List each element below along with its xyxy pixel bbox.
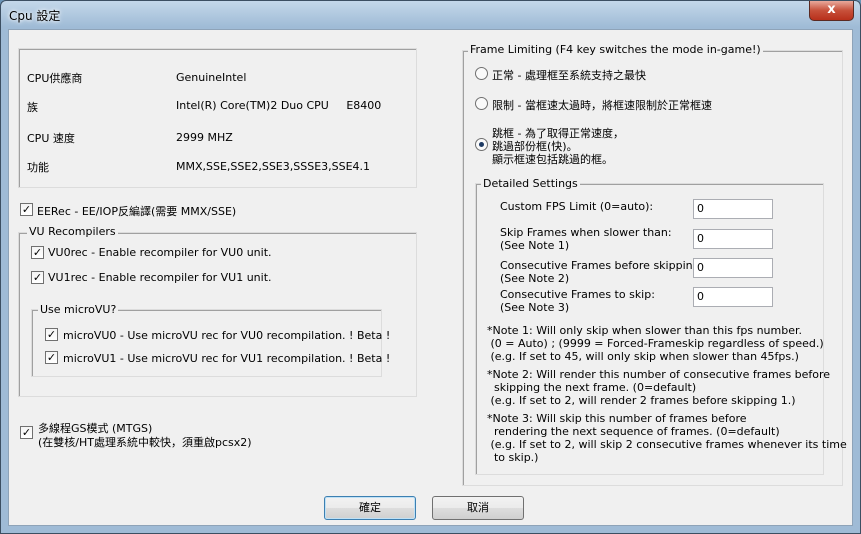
microvu0-checkbox[interactable]: ✓ <box>45 328 58 341</box>
note1-line3: (e.g. If set to 45, will only skip when … <box>487 350 799 363</box>
detailed-settings-title: Detailed Settings <box>481 177 580 190</box>
cpu-vendor-label: CPU供應商 <box>27 72 83 85</box>
microvu1-label[interactable]: microVU1 - Use microVU rec for VU1 recom… <box>63 352 390 365</box>
cpu-speed-label: CPU 速度 <box>27 132 75 145</box>
cancel-button[interactable]: 取消 <box>432 496 524 520</box>
dialog-client-area: CPU供應商 GenuineIntel 族 Intel(R) Core(TM)2… <box>8 29 853 526</box>
close-icon: x <box>827 2 836 17</box>
check-icon: ✓ <box>46 351 57 364</box>
eerec-checkbox[interactable]: ✓ <box>20 203 33 216</box>
radio-frameskip[interactable] <box>475 138 488 151</box>
check-icon: ✓ <box>46 328 57 341</box>
check-icon: ✓ <box>32 271 43 284</box>
note3-line2: rendering the next sequence of frames. (… <box>487 425 780 438</box>
note3-line4: to skip.) <box>487 451 539 464</box>
cpu-family-label: 族 <box>27 101 38 114</box>
skip-slower-label-line2: (See Note 1) <box>500 239 570 252</box>
skip-slower-label-line1: Skip Frames when slower than: <box>500 226 672 239</box>
note2-line2: skipping the next frame. (0=default) <box>487 381 697 394</box>
radio-limit[interactable] <box>475 97 488 110</box>
microvu-title: Use microVU? <box>38 303 119 316</box>
vu1rec-label[interactable]: VU1rec - Enable recompiler for VU1 unit. <box>48 271 272 284</box>
ok-button[interactable]: 確定 <box>324 496 416 520</box>
note3-line1: *Note 3: Will skip this number of frames… <box>487 412 747 425</box>
cpu-vendor-value: GenuineIntel <box>176 71 247 84</box>
frames-before-skip-label-line2: (See Note 2) <box>500 272 570 285</box>
mtgs-label-line2[interactable]: (在雙核/HT處理系統中較快，須重啟pcsx2) <box>38 434 252 450</box>
dialog-window: Cpu 設定 x CPU供應商 GenuineIntel 族 Intel(R) … <box>0 0 861 534</box>
microvu-group <box>31 309 382 377</box>
close-button[interactable]: x <box>809 1 854 21</box>
note1-line2: (0 = Auto) ; (9999 = Forced-Frameskip re… <box>487 337 824 350</box>
cpu-family-value: Intel(R) Core(TM)2 Duo CPU E8400 <box>176 99 382 112</box>
fps-limit-label: Custom FPS Limit (0=auto): <box>500 200 654 213</box>
skip-slower-input[interactable]: 0 <box>693 229 773 249</box>
frames-before-skip-label-line1: Consecutive Frames before skipping: <box>500 259 704 272</box>
frames-to-skip-input[interactable]: 0 <box>693 287 773 307</box>
window-title: Cpu 設定 <box>9 9 61 23</box>
radio-normal[interactable] <box>475 67 488 80</box>
cpu-features-label: 功能 <box>27 161 49 174</box>
eerec-label[interactable]: EERec - EE/IOP反編譯(需要 MMX/SSE) <box>37 203 236 219</box>
radio-selected-dot <box>479 142 484 147</box>
check-icon: ✓ <box>21 426 32 439</box>
check-icon: ✓ <box>21 203 32 216</box>
vu0rec-checkbox[interactable]: ✓ <box>31 246 44 259</box>
frames-to-skip-label-line1: Consecutive Frames to skip: <box>500 288 655 301</box>
note1-line1: *Note 1: Will only skip when slower than… <box>487 324 803 337</box>
frames-before-skip-input[interactable]: 0 <box>693 258 773 278</box>
vu-recompilers-title: VU Recompilers <box>27 225 118 238</box>
mtgs-checkbox[interactable]: ✓ <box>20 426 33 439</box>
fps-limit-input[interactable]: 0 <box>693 199 773 219</box>
frame-limiting-title: Frame Limiting (F4 key switches the mode… <box>468 43 763 56</box>
radio-limit-label[interactable]: 限制 - 當框速太過時，將框速限制於正常框速 <box>492 97 712 113</box>
radio-frameskip-label-line3[interactable]: 顯示框速包括跳過的框。 <box>492 151 613 167</box>
vu0rec-label[interactable]: VU0rec - Enable recompiler for VU0 unit. <box>48 246 272 259</box>
cpu-speed-value: 2999 MHZ <box>176 131 233 144</box>
microvu0-label[interactable]: microVU0 - Use microVU rec for VU0 recom… <box>63 329 390 342</box>
radio-normal-label[interactable]: 正常 - 處理框至系統支持之最快 <box>492 67 646 83</box>
microvu1-checkbox[interactable]: ✓ <box>45 351 58 364</box>
cpu-features-value: MMX,SSE,SSE2,SSE3,SSSE3,SSE4.1 <box>176 160 371 173</box>
frames-to-skip-label-line2: (See Note 3) <box>500 301 570 314</box>
note2-line3: (e.g. If set to 2, will render 2 frames … <box>487 394 796 407</box>
check-icon: ✓ <box>32 246 43 259</box>
vu1rec-checkbox[interactable]: ✓ <box>31 271 44 284</box>
note3-line3: (e.g. If set to 2, will skip 2 consecuti… <box>487 438 847 451</box>
title-bar[interactable]: Cpu 設定 x <box>1 1 860 29</box>
note2-line1: *Note 2: Will render this number of cons… <box>487 368 831 381</box>
